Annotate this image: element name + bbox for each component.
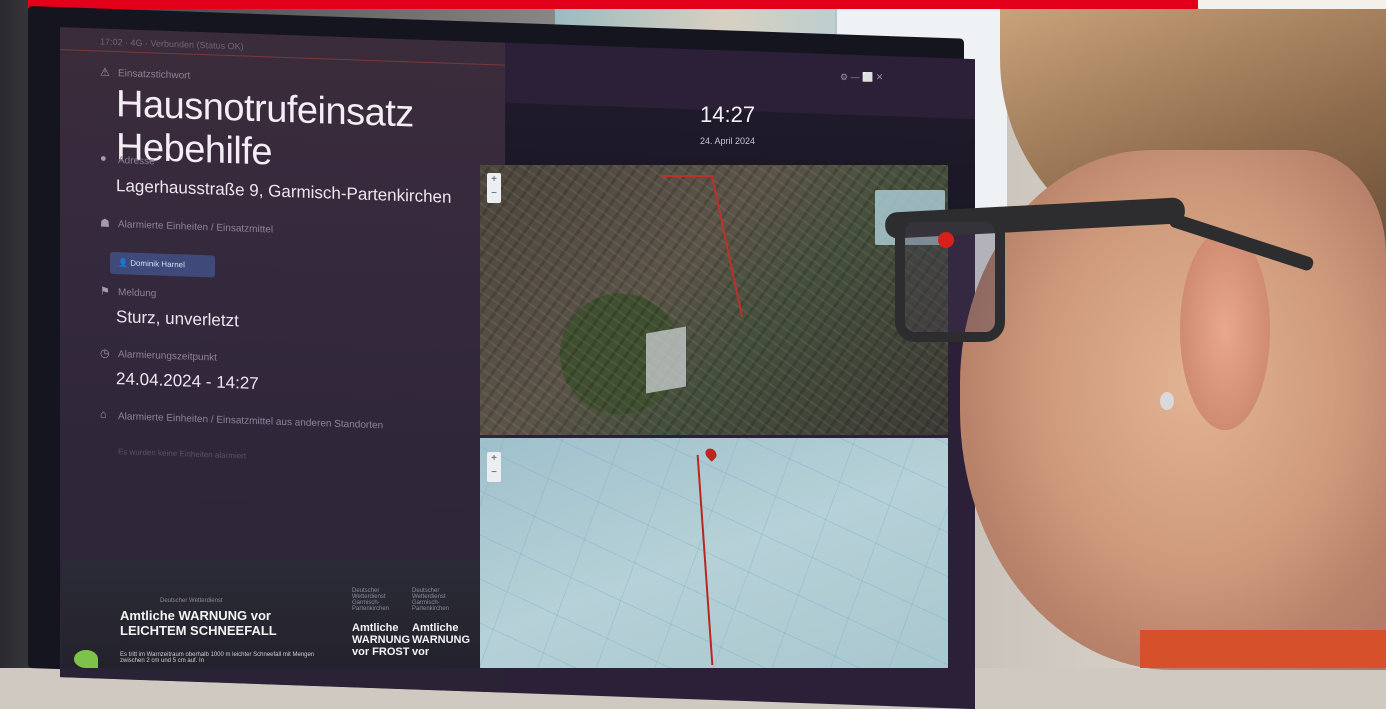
alarm-time-value: 24.04.2024 - 14:27 (116, 369, 259, 394)
warning-icon: ⚠ (100, 66, 110, 79)
divider (60, 49, 505, 66)
people-icon: ☗ (100, 217, 110, 230)
window-controls[interactable]: ⚙ — ⬜ ✕ (840, 72, 883, 83)
person-ear (1180, 230, 1270, 430)
mission-keyword: Hausnotrufeinsatz Hebehilfe (116, 83, 414, 174)
zoom-out-button[interactable]: − (487, 466, 501, 480)
user-icon: 👤 (118, 258, 131, 268)
zoom-out-button[interactable]: − (487, 187, 501, 201)
message-label: Meldung (118, 287, 157, 300)
warning-title-3: Amtliche WARNUNG vor (412, 622, 471, 658)
warning-source-3: Deutscher Wetterdienst Garmisch-Partenki… (412, 588, 450, 612)
address-value: Lagerhausstraße 9, Garmisch-Partenkirche… (116, 176, 452, 207)
keyword-label: Einsatzstichwort (118, 68, 191, 82)
zoom-in-button[interactable]: + (487, 452, 501, 466)
warning-text: Es tritt im Warnzeitraum oberhalb 1000 m… (120, 652, 315, 664)
warning-title: Amtliche WARNUNG vor LEICHTEM SCHNEEFALL (120, 608, 277, 638)
earring (1160, 392, 1174, 410)
device-status-bar: 17:02 · 4G · Verbunden (Status OK) (100, 36, 244, 52)
current-time: 14:27 (700, 102, 756, 127)
brand-red-bar (28, 0, 1198, 9)
alarm-time-label: Alarmierungszeitpunkt (118, 349, 217, 364)
satellite-zoom-control[interactable]: + − (487, 173, 501, 203)
units-label: Alarmierte Einheiten / Einsatzmittel (118, 219, 274, 236)
unit-chip[interactable]: 👤 Dominik Harnel (110, 251, 215, 278)
clock-icon: ◷ (100, 347, 110, 360)
warning-source-2: Deutscher Wetterdienst Garmisch-Partenki… (352, 588, 390, 612)
message-value: Sturz, unverletzt (116, 307, 239, 331)
other-units-note: Es wurden keine Einheiten alarmiert (118, 447, 247, 461)
page-corner (1198, 0, 1386, 9)
zoom-in-button[interactable]: + (487, 173, 501, 187)
other-units-label: Alarmierte Einheiten / Einsatzmittel aus… (118, 411, 384, 432)
current-date: 24. April 2024 (700, 136, 756, 146)
building-icon: ⌂ (100, 408, 107, 421)
message-flag-icon: ⚑ (100, 285, 110, 298)
map-building (646, 326, 686, 394)
street-zoom-control[interactable]: + − (487, 452, 501, 482)
person-shirt (1140, 630, 1386, 668)
glasses-red-dot (938, 232, 954, 248)
location-pin-icon: ● (100, 152, 107, 165)
warning-source: Deutscher Wetterdienst (160, 598, 223, 604)
warning-title-2: Amtliche WARNUNG vor FROST (352, 622, 411, 658)
leaf-icon (74, 650, 98, 668)
glasses-lens (895, 212, 1005, 342)
address-label: Adresse (118, 155, 155, 168)
unit-chip-label: Dominik Harnel (130, 258, 185, 270)
